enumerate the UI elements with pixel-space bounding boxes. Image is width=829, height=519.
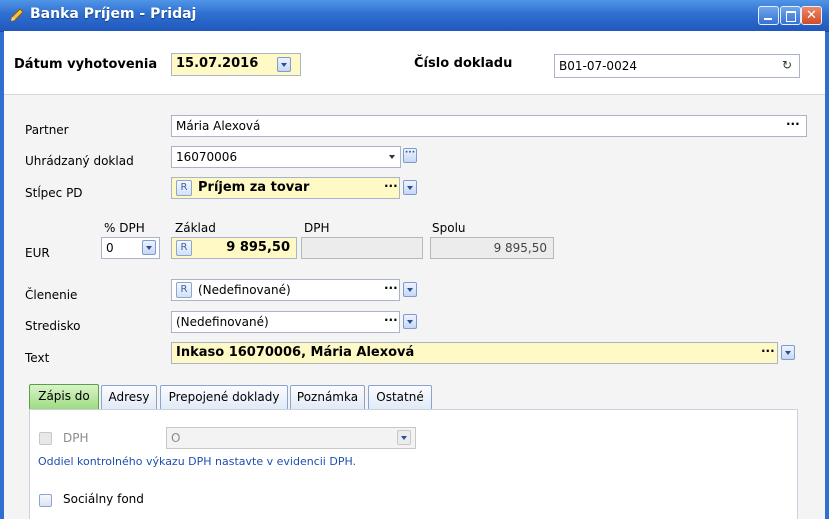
maximize-button[interactable] — [780, 6, 801, 25]
vat-checkbox[interactable] — [39, 432, 52, 445]
center-dropdown-button[interactable] — [403, 314, 417, 329]
base-value: 9 895,50 — [226, 240, 290, 255]
vat-section-note: Oddiel kontrolného výkazu DPH nastavte v… — [38, 455, 357, 468]
text-value: Inkaso 16070006, Mária Alexová — [176, 345, 415, 360]
column-lookup-dots-icon[interactable]: ··· — [384, 179, 398, 193]
division-label: Členenie — [25, 288, 78, 302]
vat-pct-field[interactable]: 0 — [101, 237, 160, 259]
division-value: (Nedefinované) — [198, 283, 291, 297]
total-field: 9 895,50 — [430, 237, 554, 259]
paid-doc-lookup-button[interactable]: ··· — [403, 148, 417, 163]
window-title-bar[interactable]: Banka Príjem - Pridaj ✕ — [0, 0, 829, 32]
paid-doc-value: 16070006 — [176, 150, 238, 164]
text-lookup-dots-icon[interactable]: ··· — [761, 344, 775, 358]
r-badge-icon: R — [176, 180, 192, 196]
column-label: Stĺpec PD — [25, 186, 83, 200]
pencil-icon — [10, 8, 24, 22]
vat-pct-dropdown-icon[interactable] — [142, 240, 156, 255]
center-lookup-dots-icon[interactable]: ··· — [384, 313, 398, 327]
text-field[interactable]: Inkaso 16070006, Mária Alexová ··· — [171, 342, 778, 364]
tab-zapis-do[interactable]: Zápis do — [29, 384, 99, 409]
tab-prepojene-doklady[interactable]: Prepojené doklady — [160, 385, 288, 409]
vat-checkbox-label: DPH — [63, 431, 89, 445]
partner-field[interactable]: Mária Alexová ··· — [171, 115, 807, 137]
division-field[interactable]: R (Nedefinované) ··· — [171, 279, 400, 301]
tab-ostatne[interactable]: Ostatné — [368, 385, 432, 409]
division-dropdown-button[interactable] — [403, 282, 417, 297]
vat-label: DPH — [304, 221, 330, 235]
total-value: 9 895,50 — [493, 241, 547, 255]
doc-number-field[interactable]: B01-07-0024 ↻ — [554, 54, 800, 78]
currency-label: EUR — [25, 246, 50, 260]
doc-number-label: Číslo dokladu — [414, 56, 513, 71]
vat-section-value: O — [171, 431, 181, 445]
tab-adresy[interactable]: Adresy — [101, 385, 157, 409]
vat-pct-value: 0 — [106, 241, 114, 255]
text-label: Text — [25, 351, 50, 365]
division-lookup-dots-icon[interactable]: ··· — [384, 281, 398, 295]
total-label: Spolu — [432, 221, 466, 235]
social-fund-checkbox[interactable] — [39, 494, 52, 507]
date-picker-dropdown-icon[interactable] — [277, 57, 291, 72]
close-button[interactable]: ✕ — [801, 6, 822, 25]
close-icon: ✕ — [806, 8, 817, 23]
center-field[interactable]: (Nedefinované) ··· — [171, 311, 400, 333]
column-dropdown-button[interactable] — [403, 180, 417, 195]
minimize-icon — [764, 18, 772, 20]
doc-number-value: B01-07-0024 — [559, 59, 637, 73]
date-label: Dátum vyhotovenia — [14, 57, 158, 72]
base-field[interactable]: R 9 895,50 — [171, 237, 297, 259]
base-label: Základ — [175, 221, 216, 235]
paid-doc-dropdown-icon[interactable] — [389, 155, 395, 159]
date-field[interactable]: 15.07.2016 — [171, 53, 301, 76]
vat-pct-label: % DPH — [104, 221, 145, 235]
vat-amount-field — [301, 237, 423, 259]
date-value: 15.07.2016 — [176, 56, 259, 71]
paid-doc-field[interactable]: 16070006 — [171, 146, 401, 168]
minimize-button[interactable] — [758, 6, 779, 25]
paid-doc-label: Uhrádzaný doklad — [25, 154, 134, 168]
partner-value: Mária Alexová — [176, 119, 261, 133]
center-label: Stredisko — [25, 319, 81, 333]
vat-section-dropdown-icon — [397, 430, 411, 445]
refresh-icon[interactable]: ↻ — [782, 58, 792, 72]
r-badge-icon: R — [176, 282, 192, 298]
text-dropdown-button[interactable] — [781, 345, 795, 360]
window-frame-right — [825, 31, 829, 519]
column-field[interactable]: R Príjem za tovar ··· — [171, 177, 400, 199]
r-badge-icon: R — [176, 240, 192, 256]
partner-label: Partner — [25, 123, 69, 137]
center-value: (Nedefinované) — [176, 315, 269, 329]
maximize-icon — [786, 11, 796, 22]
vat-section-select: O — [166, 427, 416, 449]
tab-poznamka[interactable]: Poznámka — [290, 385, 365, 409]
column-value: Príjem za tovar — [198, 180, 310, 195]
social-fund-label: Sociálny fond — [63, 492, 144, 506]
partner-lookup-dots-icon[interactable]: ··· — [786, 117, 800, 131]
window-title: Banka Príjem - Pridaj — [30, 6, 197, 22]
